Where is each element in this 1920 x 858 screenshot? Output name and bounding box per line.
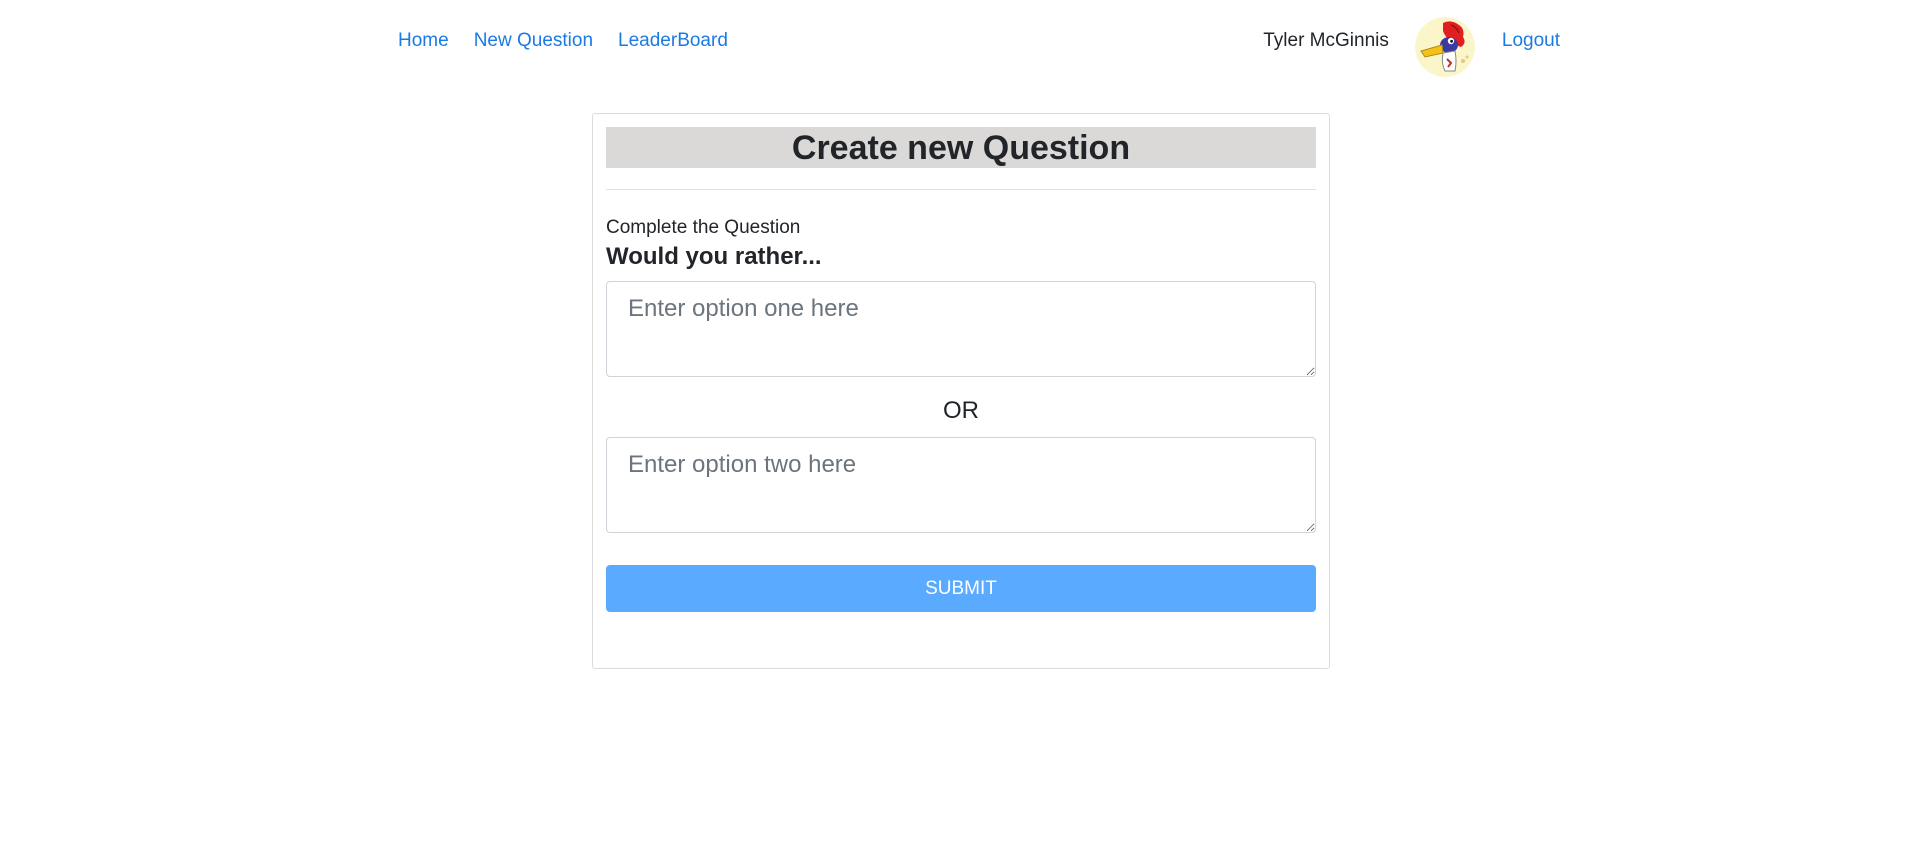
card-divider — [606, 189, 1316, 190]
option-two-input[interactable] — [606, 437, 1316, 533]
nav-new-question-link[interactable]: New Question — [474, 30, 593, 52]
user-name: Tyler McGinnis — [1263, 30, 1389, 51]
option-one-input[interactable] — [606, 281, 1316, 377]
logout-link[interactable]: Logout — [1502, 30, 1560, 52]
instruction-text: Complete the Question — [606, 217, 801, 238]
nav-leaderboard-link[interactable]: LeaderBoard — [618, 30, 728, 52]
avatar-image — [1414, 17, 1475, 77]
would-you-rather-prompt: Would you rather... — [606, 243, 822, 270]
new-question-card: Create new Question Complete the Questio… — [592, 113, 1330, 669]
top-nav: Home New Question LeaderBoard Tyler McGi… — [398, 0, 1560, 82]
submit-button[interactable]: SUBMIT — [606, 565, 1316, 612]
woodpecker-avatar-icon — [1414, 17, 1475, 77]
nav-home-link[interactable]: Home — [398, 30, 449, 52]
or-separator: OR — [943, 397, 979, 424]
card-title: Create new Question — [606, 127, 1316, 168]
